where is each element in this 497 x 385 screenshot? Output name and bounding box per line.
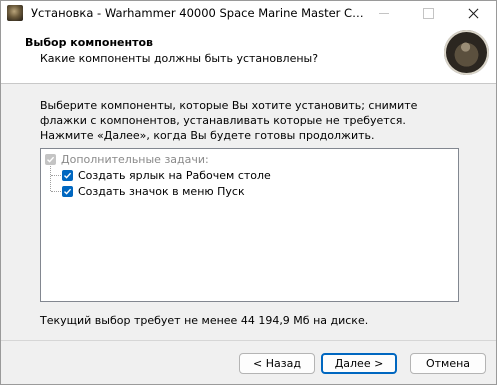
close-icon (469, 8, 479, 18)
footer-divider (1, 340, 496, 341)
checkmark-icon (64, 172, 72, 179)
disk-space-info: Текущий выбор требует не менее 44 194,9 … (40, 314, 369, 327)
cancel-button[interactable]: Отмена (410, 353, 486, 374)
tree-line (51, 175, 61, 176)
page-title: Выбор компонентов (25, 36, 153, 49)
maximize-icon (423, 7, 434, 19)
component-label: Создать значок в меню Пуск (78, 184, 245, 198)
back-button[interactable]: < Назад (239, 353, 315, 374)
installer-window: Установка - Warhammer 40000 Space Marine… (0, 0, 497, 385)
instructions-text: Выберите компоненты, которые Вы хотите у… (40, 99, 418, 142)
next-button[interactable]: Далее > (321, 353, 397, 374)
component-item-start-menu[interactable]: Создать значок в меню Пуск (62, 183, 245, 199)
component-group-tasks: Дополнительные задачи: (45, 151, 209, 167)
minimize-button[interactable] (361, 1, 406, 25)
page-subtitle: Какие компоненты должны быть установлены… (40, 52, 319, 65)
wizard-logo-image (444, 30, 489, 75)
checkmark-icon (47, 156, 55, 163)
minimize-icon (378, 12, 389, 14)
window-title: Установка - Warhammer 40000 Space Marine… (31, 6, 366, 20)
maximize-button[interactable] (406, 1, 451, 25)
title-bar[interactable]: Установка - Warhammer 40000 Space Marine… (1, 1, 496, 25)
checkmark-icon (64, 188, 72, 195)
tree-line (50, 164, 51, 191)
group-checkbox (45, 153, 56, 165)
start-menu-checkbox[interactable] (62, 185, 73, 197)
component-label: Создать ярлык на Рабочем столе (78, 168, 271, 182)
component-item-desktop-shortcut[interactable]: Создать ярлык на Рабочем столе (62, 167, 271, 183)
desktop-shortcut-checkbox[interactable] (62, 169, 73, 181)
close-button[interactable] (451, 1, 496, 25)
group-label: Дополнительные задачи: (61, 152, 209, 166)
components-list[interactable]: Дополнительные задачи: Создать ярлык на … (40, 148, 459, 302)
app-icon (7, 5, 23, 21)
wizard-header: Выбор компонентов Какие компоненты должн… (1, 25, 496, 84)
tree-line (51, 191, 61, 192)
